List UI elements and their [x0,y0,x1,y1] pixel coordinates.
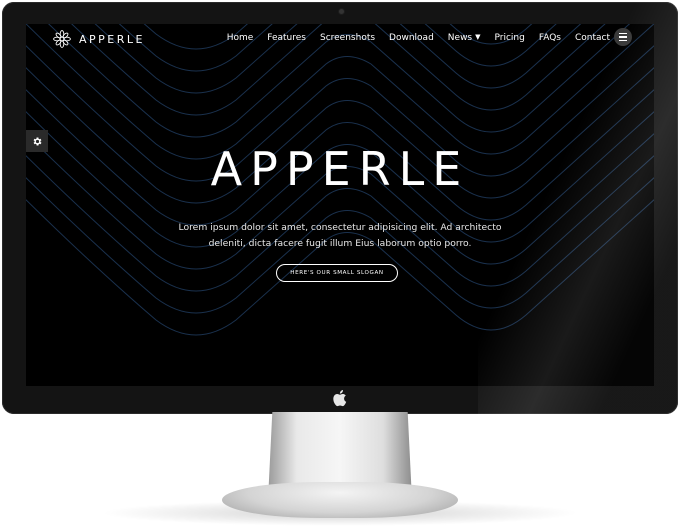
brand[interactable]: APPERLE [52,28,145,50]
website-screen: APPERLE Home Features Screenshots Downlo… [26,24,654,386]
nav-features[interactable]: Features [267,33,306,43]
camera-icon [339,9,344,14]
monitor-frame: APPERLE Home Features Screenshots Downlo… [2,2,678,414]
nav-faqs[interactable]: FAQs [539,33,561,43]
mandala-logo-icon [53,30,71,48]
chevron-down-icon: ▼ [475,33,481,41]
brand-name: APPERLE [79,32,145,46]
nav-home[interactable]: Home [227,33,254,43]
background-wave-lines [26,24,654,336]
nav-download[interactable]: Download [389,33,434,43]
nav-contact[interactable]: Contact [575,33,610,43]
main-menu: Home Features Screenshots Download News ▼… [213,33,610,43]
monitor-stand-base [222,482,458,518]
nav-pricing[interactable]: Pricing [495,33,525,43]
hero-title: APPERLE [210,142,470,196]
nav-news-label: News [447,33,473,43]
wave-line [26,199,654,336]
hero-description: Lorem ipsum dolor sit amet, consectetur … [178,222,502,249]
top-navbar: APPERLE Home Features Screenshots Downlo… [26,24,654,54]
hamburger-menu-button[interactable] [614,28,632,46]
nav-screenshots[interactable]: Screenshots [320,33,375,43]
hamburger-icon [619,31,627,42]
slogan-button[interactable]: HERE'S OUR SMALL SLOGAN [276,264,398,282]
nav-news[interactable]: News ▼ [448,33,481,43]
apple-logo-icon [333,390,347,407]
